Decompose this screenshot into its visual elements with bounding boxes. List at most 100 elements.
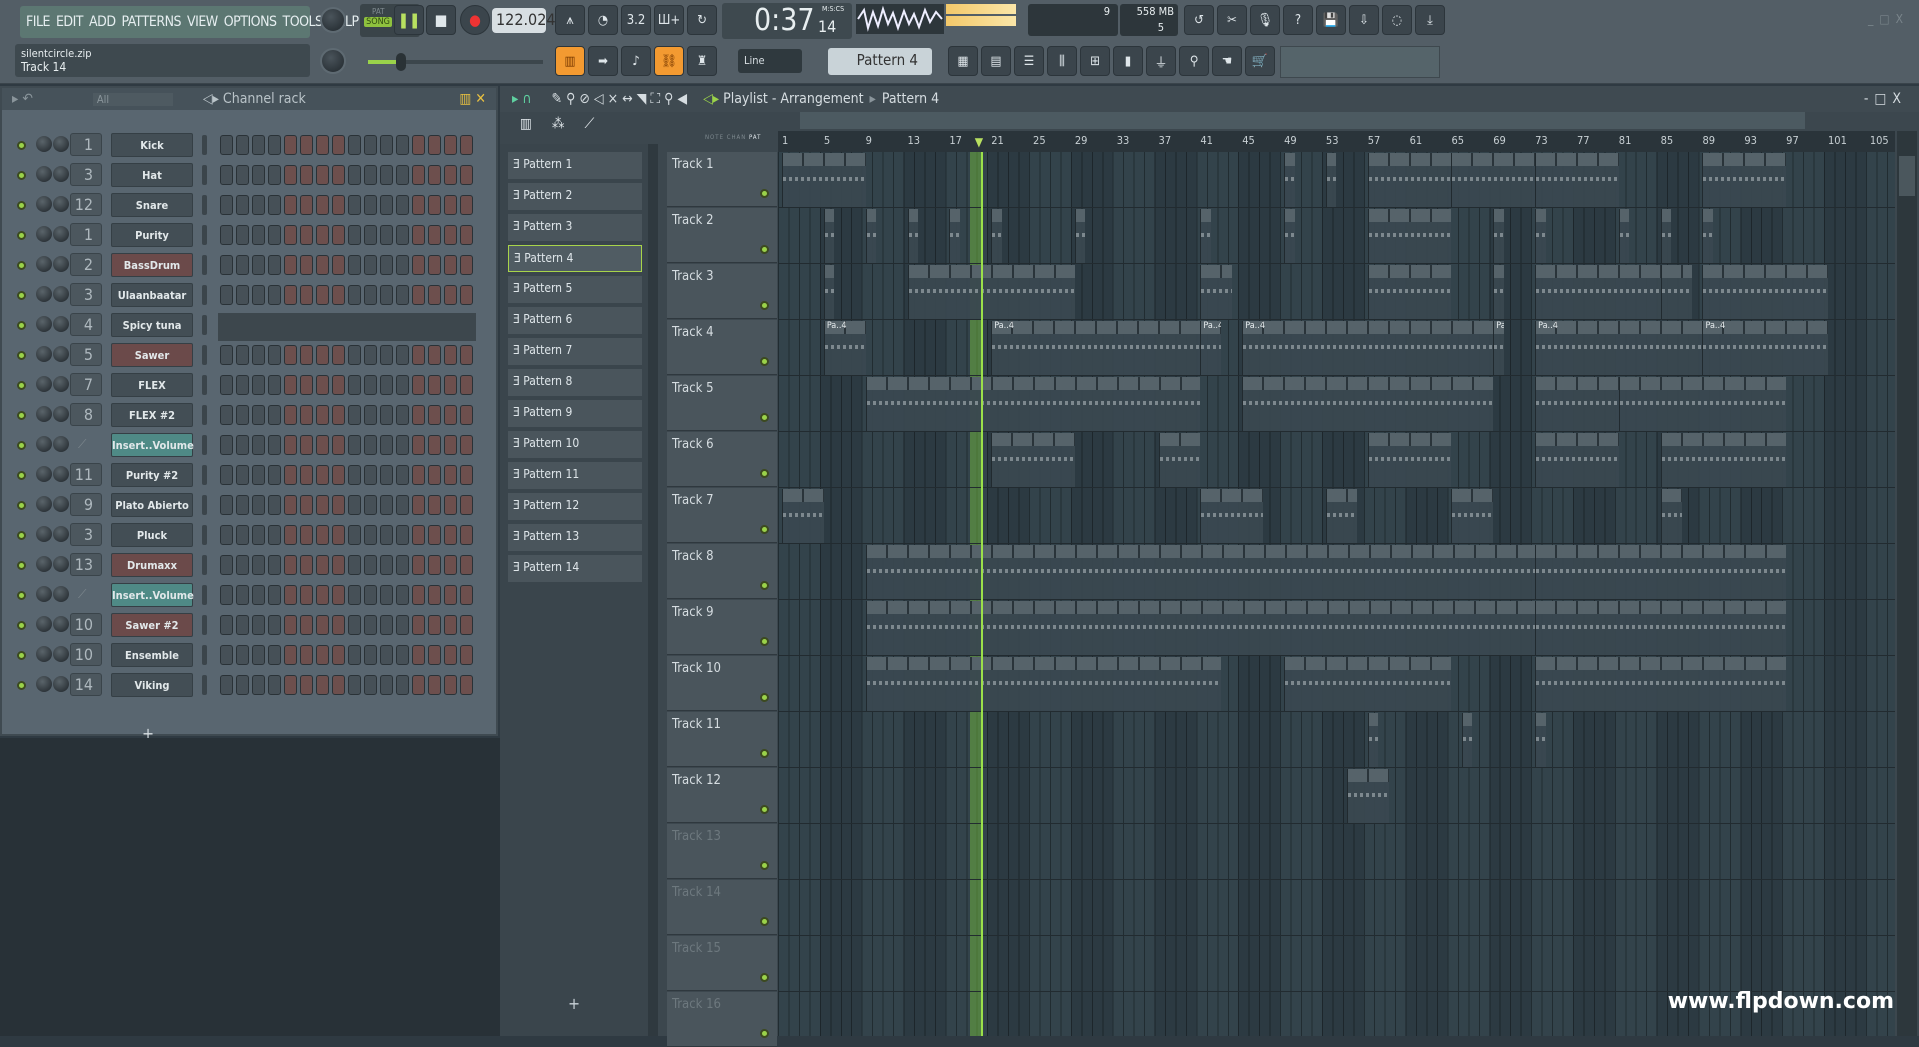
mute-led[interactable] [17, 441, 26, 450]
step-button[interactable] [284, 225, 297, 245]
step-button[interactable] [460, 675, 473, 695]
volume-knob[interactable] [53, 436, 69, 452]
step-button[interactable] [236, 225, 249, 245]
step-button[interactable] [380, 285, 393, 305]
pattern-clip[interactable] [1284, 657, 1452, 711]
mute-led[interactable] [17, 561, 26, 570]
channel-name-button[interactable]: Pluck Titatium [111, 523, 193, 565]
step-button[interactable] [444, 195, 457, 215]
step-button[interactable] [428, 585, 441, 605]
step-button[interactable] [396, 555, 409, 575]
stop-button[interactable]: ■ [426, 5, 456, 35]
step-button[interactable] [444, 435, 457, 455]
step-button[interactable] [412, 195, 425, 215]
channel-name-button[interactable]: Plato Abierto [111, 493, 193, 517]
step-button[interactable] [460, 165, 473, 185]
step-button[interactable] [284, 555, 297, 575]
step-button[interactable] [364, 135, 377, 155]
step-button[interactable] [364, 615, 377, 635]
step-button[interactable] [220, 375, 233, 395]
pattern-clip[interactable] [1618, 377, 1787, 431]
step-button[interactable] [428, 135, 441, 155]
track-enable-led[interactable] [760, 525, 769, 534]
vertical-scrollbar[interactable] [1897, 131, 1917, 1036]
step-button[interactable] [268, 675, 281, 695]
pattern-clip[interactable]: Pa..4 [1702, 321, 1828, 375]
step-button[interactable] [316, 495, 329, 515]
step-button[interactable] [332, 675, 345, 695]
mixer-track-number[interactable]: 11 [70, 463, 102, 486]
mute-led[interactable] [17, 681, 26, 690]
pattern-clip[interactable] [1535, 713, 1546, 767]
step-button[interactable] [316, 405, 329, 425]
pattern-clip[interactable] [1158, 433, 1201, 487]
pattern-clip[interactable] [865, 377, 1201, 431]
step-button[interactable] [460, 195, 473, 215]
channel-select[interactable] [202, 525, 207, 545]
add-pattern-button[interactable]: + [568, 994, 580, 1013]
pattern-item[interactable]: Ǝ Pattern 5 [508, 276, 642, 303]
channel-select[interactable] [202, 555, 207, 575]
step-button[interactable] [332, 195, 345, 215]
step-button[interactable] [220, 195, 233, 215]
step-button[interactable] [252, 465, 265, 485]
step-button[interactable] [428, 675, 441, 695]
step-button[interactable] [332, 435, 345, 455]
step-button[interactable] [332, 285, 345, 305]
step-button[interactable] [220, 345, 233, 365]
step-button[interactable] [220, 495, 233, 515]
step-button[interactable] [348, 285, 361, 305]
step-button[interactable] [252, 285, 265, 305]
pan-knob[interactable] [36, 346, 52, 362]
step-button[interactable] [444, 255, 457, 275]
track-header[interactable]: Track 11 [667, 712, 777, 767]
step-button[interactable] [460, 435, 473, 455]
step-button[interactable] [236, 285, 249, 305]
menu-view[interactable]: VIEW [187, 14, 218, 30]
mixer-track-number[interactable]: 3 [70, 283, 102, 306]
step-button[interactable] [284, 615, 297, 635]
step-button[interactable] [300, 495, 313, 515]
step-button[interactable] [444, 405, 457, 425]
channel-select[interactable] [202, 255, 207, 275]
tempo-tap-icon[interactable]: ⩚ [555, 5, 585, 35]
step-button[interactable] [396, 255, 409, 275]
channel-select[interactable] [202, 375, 207, 395]
step-button[interactable] [364, 255, 377, 275]
pattern-clip[interactable] [1242, 377, 1494, 431]
step-button[interactable] [252, 225, 265, 245]
step-button[interactable] [236, 585, 249, 605]
step-button[interactable] [412, 585, 425, 605]
step-button[interactable] [300, 525, 313, 545]
mixer-track-number[interactable]: 3 [70, 163, 102, 186]
step-button[interactable] [316, 285, 329, 305]
cut-icon[interactable]: ✂ [1217, 5, 1247, 35]
step-button[interactable] [332, 525, 345, 545]
step-button[interactable] [412, 135, 425, 155]
step-button[interactable] [252, 555, 265, 575]
step-button[interactable] [284, 645, 297, 665]
step-button[interactable] [460, 225, 473, 245]
step-button[interactable] [316, 615, 329, 635]
step-button[interactable] [268, 495, 281, 515]
pattern-clip[interactable] [1200, 209, 1211, 263]
step-button[interactable] [252, 375, 265, 395]
volume-knob[interactable] [53, 616, 69, 632]
channel-name-button[interactable]: Viking [111, 673, 193, 697]
step-button[interactable] [412, 285, 425, 305]
cart-icon[interactable]: 🛒 [1245, 46, 1275, 76]
pan-knob[interactable] [36, 676, 52, 692]
step-button[interactable] [316, 135, 329, 155]
pan-knob[interactable] [36, 496, 52, 512]
pattern-clip[interactable] [1702, 265, 1828, 319]
window-controls[interactable]: -□X [1864, 91, 1907, 107]
mixer-track-number[interactable]: 8 [70, 403, 102, 426]
track-header[interactable]: Track 16 [667, 992, 777, 1047]
channel-select[interactable] [202, 405, 207, 425]
step-edit-icon[interactable]: Ш+ [654, 5, 684, 35]
step-button[interactable] [380, 225, 393, 245]
step-button[interactable] [396, 375, 409, 395]
step-button[interactable] [332, 225, 345, 245]
undo-icon[interactable]: ↺ [1184, 5, 1214, 35]
close-icon[interactable]: ▥ ✕ [460, 91, 486, 107]
